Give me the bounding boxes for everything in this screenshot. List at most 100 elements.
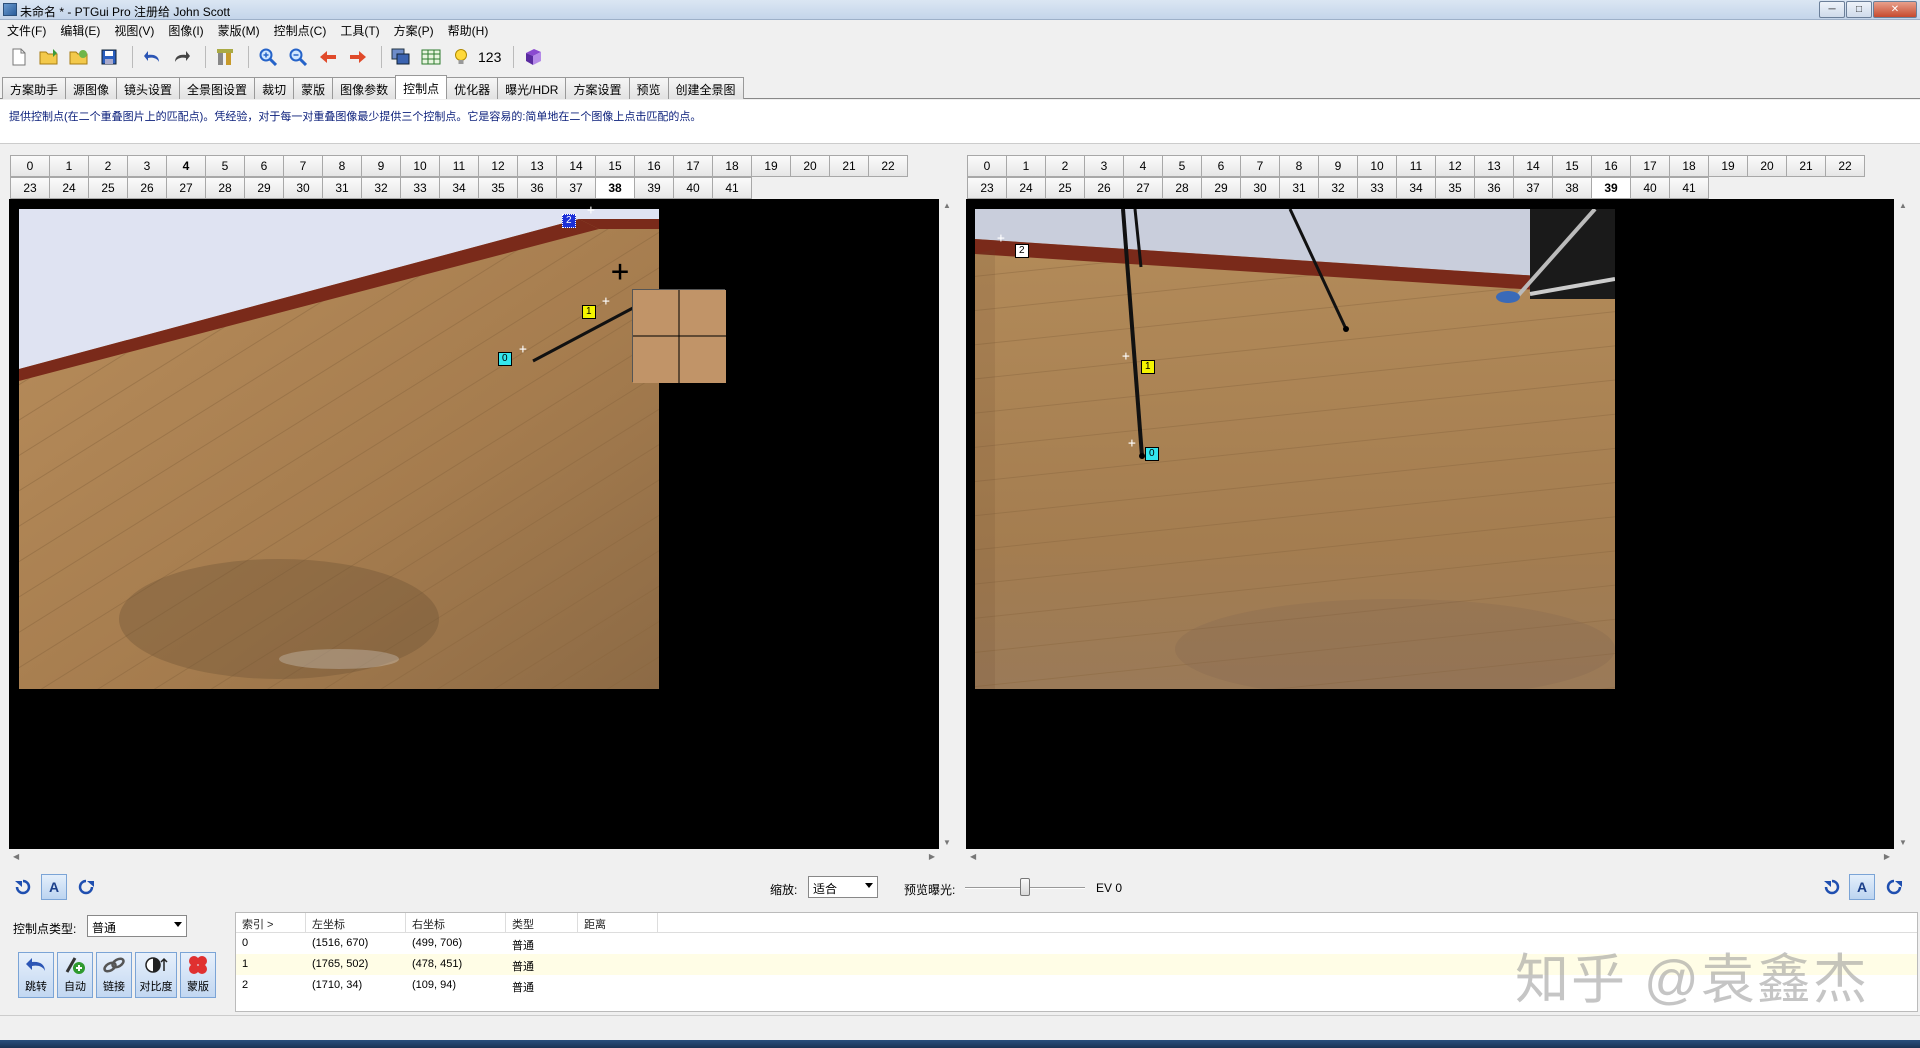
left-photo[interactable]	[19, 209, 659, 689]
tab-image-parameters[interactable]: 图像参数	[332, 77, 397, 99]
right-control-point-1-label[interactable]: 1	[1141, 360, 1155, 374]
left-image-cell-21[interactable]: 21	[829, 155, 869, 177]
control-point-0-label[interactable]: 0	[498, 352, 512, 366]
left-vertical-scrollbar[interactable]: ▲ ▼	[940, 199, 954, 849]
right-image-cell-32[interactable]: 32	[1318, 177, 1358, 199]
tab-exposure-hdr[interactable]: 曝光/HDR	[497, 77, 567, 99]
right-image-cell-34[interactable]: 34	[1396, 177, 1436, 199]
column-header-type[interactable]: 类型	[506, 913, 578, 933]
left-image-cell-19[interactable]: 19	[751, 155, 791, 177]
left-image-cell-31[interactable]: 31	[322, 177, 362, 199]
right-image-pane[interactable]: + 2 + 1 + 0	[966, 199, 1894, 849]
right-image-cell-16[interactable]: 16	[1591, 155, 1631, 177]
left-image-cell-1[interactable]: 1	[49, 155, 89, 177]
menu-project[interactable]: 方案(P)	[387, 20, 441, 39]
tab-source-images[interactable]: 源图像	[65, 77, 118, 99]
arrow-right-icon[interactable]	[345, 44, 371, 70]
left-image-cell-8[interactable]: 8	[322, 155, 362, 177]
right-photo[interactable]	[975, 209, 1615, 689]
right-image-cell-38[interactable]: 38	[1552, 177, 1592, 199]
control-point-1-label[interactable]: 1	[582, 305, 596, 319]
mask-button[interactable]: 蒙版	[180, 952, 216, 998]
tab-panorama-settings[interactable]: 全景图设置	[179, 77, 256, 99]
right-image-cell-30[interactable]: 30	[1240, 177, 1280, 199]
left-image-cell-27[interactable]: 27	[166, 177, 206, 199]
right-image-cell-14[interactable]: 14	[1513, 155, 1553, 177]
left-image-cell-3[interactable]: 3	[127, 155, 167, 177]
right-image-cell-39[interactable]: 39	[1591, 177, 1631, 199]
right-image-cell-10[interactable]: 10	[1357, 155, 1397, 177]
left-image-cell-29[interactable]: 29	[244, 177, 284, 199]
tab-mask[interactable]: 蒙版	[293, 77, 334, 99]
right-control-point-0-label[interactable]: 0	[1145, 447, 1159, 461]
menu-edit[interactable]: 编辑(E)	[53, 20, 107, 39]
left-image-cell-26[interactable]: 26	[127, 177, 167, 199]
right-image-cell-6[interactable]: 6	[1201, 155, 1241, 177]
right-image-cell-22[interactable]: 22	[1825, 155, 1865, 177]
rotate-left-icon[interactable]	[11, 875, 35, 899]
right-image-cell-15[interactable]: 15	[1552, 155, 1592, 177]
zoom-in-icon[interactable]	[255, 44, 281, 70]
control-point-type-select[interactable]: 普通	[87, 915, 187, 937]
right-image-cell-12[interactable]: 12	[1435, 155, 1475, 177]
tab-optimizer[interactable]: 优化器	[446, 77, 499, 99]
menu-tools[interactable]: 工具(T)	[333, 20, 386, 39]
right-image-cell-25[interactable]: 25	[1045, 177, 1085, 199]
contrast-button[interactable]: 对比度	[135, 952, 177, 998]
left-image-cell-7[interactable]: 7	[283, 155, 323, 177]
column-header-index[interactable]: 索引 >	[236, 913, 306, 933]
redo-icon[interactable]	[169, 44, 195, 70]
right-image-cell-29[interactable]: 29	[1201, 177, 1241, 199]
right-image-cell-20[interactable]: 20	[1747, 155, 1787, 177]
left-image-cell-35[interactable]: 35	[478, 177, 518, 199]
right-image-cell-41[interactable]: 41	[1669, 177, 1709, 199]
left-image-cell-2[interactable]: 2	[88, 155, 128, 177]
left-image-cell-13[interactable]: 13	[517, 155, 557, 177]
exposure-slider-thumb[interactable]	[1020, 878, 1030, 896]
left-image-cell-20[interactable]: 20	[790, 155, 830, 177]
left-image-cell-23[interactable]: 23	[10, 177, 50, 199]
new-file-icon[interactable]	[6, 44, 32, 70]
right-image-cell-23[interactable]: 23	[967, 177, 1007, 199]
tools-icon[interactable]	[212, 44, 238, 70]
open-recent-icon[interactable]	[66, 44, 92, 70]
right-image-cell-11[interactable]: 11	[1396, 155, 1436, 177]
left-image-cell-6[interactable]: 6	[244, 155, 284, 177]
link-button[interactable]: 链接	[96, 952, 132, 998]
left-image-cell-36[interactable]: 36	[517, 177, 557, 199]
left-image-cell-4[interactable]: 4	[166, 155, 206, 177]
left-image-cell-22[interactable]: 22	[868, 155, 908, 177]
right-image-cell-28[interactable]: 28	[1162, 177, 1202, 199]
rotate-right-icon[interactable]	[74, 875, 98, 899]
tab-create-panorama[interactable]: 创建全景图	[667, 77, 744, 99]
left-image-cell-41[interactable]: 41	[712, 177, 752, 199]
left-image-cell-17[interactable]: 17	[673, 155, 713, 177]
right-image-cell-27[interactable]: 27	[1123, 177, 1163, 199]
left-image-cell-10[interactable]: 10	[400, 155, 440, 177]
lightbulb-icon[interactable]	[448, 44, 474, 70]
left-image-cell-9[interactable]: 9	[361, 155, 401, 177]
right-image-cell-17[interactable]: 17	[1630, 155, 1670, 177]
right-image-cell-24[interactable]: 24	[1006, 177, 1046, 199]
images-icon[interactable]	[388, 44, 414, 70]
tab-crop[interactable]: 裁切	[254, 77, 295, 99]
tab-lens-settings[interactable]: 镜头设置	[116, 77, 181, 99]
right-image-cell-13[interactable]: 13	[1474, 155, 1514, 177]
right-image-cell-9[interactable]: 9	[1318, 155, 1358, 177]
right-image-cell-36[interactable]: 36	[1474, 177, 1514, 199]
left-image-cell-33[interactable]: 33	[400, 177, 440, 199]
tab-project-settings[interactable]: 方案设置	[565, 77, 630, 99]
arrow-left-icon[interactable]	[315, 44, 341, 70]
right-rotate-right-icon[interactable]	[1882, 875, 1906, 899]
column-header-distance[interactable]: 距离	[578, 913, 658, 933]
left-horizontal-scrollbar[interactable]: ◀ ▶	[9, 851, 939, 864]
left-image-cell-30[interactable]: 30	[283, 177, 323, 199]
left-image-cell-5[interactable]: 5	[205, 155, 245, 177]
column-header-right-coord[interactable]: 右坐标	[406, 913, 506, 933]
left-image-pane[interactable]: + + 0 + 1 + 2	[9, 199, 939, 849]
open-folder-icon[interactable]	[36, 44, 62, 70]
left-image-cell-28[interactable]: 28	[205, 177, 245, 199]
control-point-2-label[interactable]: 2	[562, 214, 576, 228]
left-image-cell-14[interactable]: 14	[556, 155, 596, 177]
menu-help[interactable]: 帮助(H)	[441, 20, 496, 39]
